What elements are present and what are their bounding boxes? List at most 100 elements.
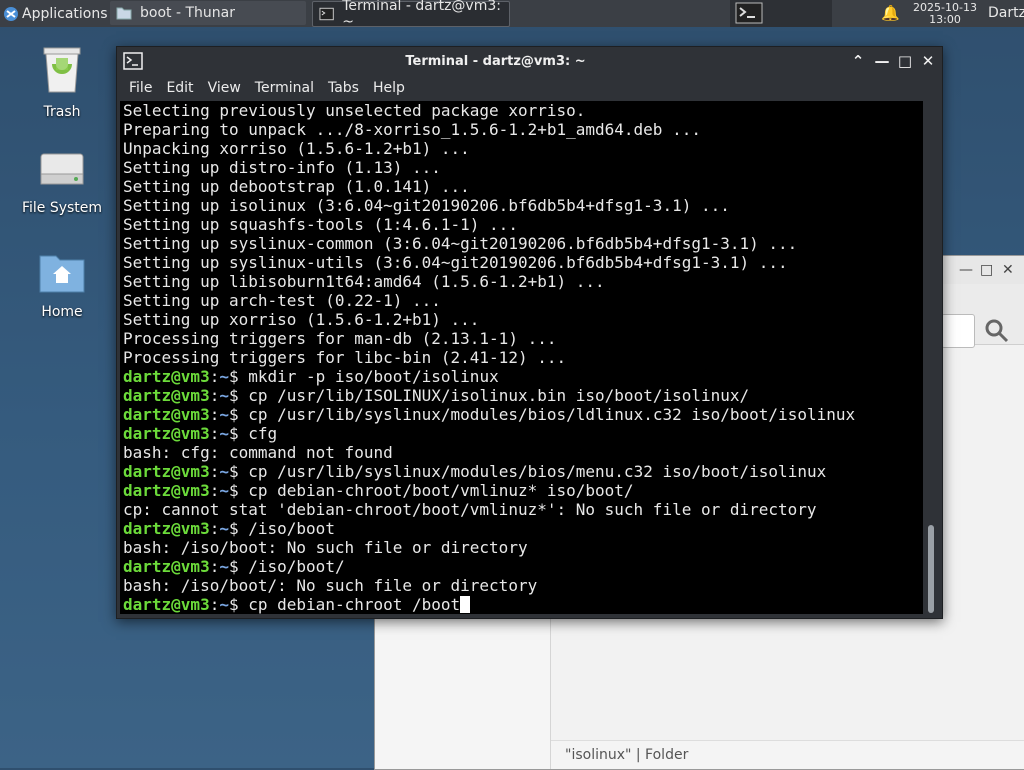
terminal-output-line: Selecting previously unselected package … xyxy=(123,101,586,120)
maximize-button[interactable]: □ xyxy=(895,51,915,71)
terminal-workspace-icon xyxy=(735,2,763,24)
prompt-colon: : xyxy=(209,367,220,386)
terminal-output-line: bash: /iso/boot/: No such file or direct… xyxy=(123,576,538,595)
prompt-path: ~ xyxy=(219,595,229,614)
terminal-output-line: Setting up squashfs-tools (1:4.6.1-1) ..… xyxy=(123,215,518,234)
clock-date: 2025-10-13 xyxy=(913,1,977,14)
shade-button[interactable]: ⌃ xyxy=(848,51,868,71)
terminal-command-line: dartz@vm3:~$ cp /usr/lib/syslinux/module… xyxy=(123,405,855,424)
trash-icon xyxy=(43,47,81,93)
command-text: $ cp debian-chroot/boot/vmlinuz* iso/boo… xyxy=(228,481,634,500)
terminal-output-line: Processing triggers for libc-bin (2.41-1… xyxy=(123,348,567,367)
thunar-statusbar: "isolinux" | Folder xyxy=(551,740,1024,769)
menu-view[interactable]: View xyxy=(208,80,241,96)
close-button[interactable]: ✕ xyxy=(918,51,938,71)
applications-menu-button[interactable]: Applications ⋮ xyxy=(0,0,125,27)
command-text: $ /iso/boot/ xyxy=(228,557,345,576)
terminal-output-line: Setting up arch-test (0.22-1) ... xyxy=(123,291,441,310)
terminal-output-line: Unpacking xorriso (1.5.6-1.2+b1) ... xyxy=(123,139,470,158)
prompt-user: dartz@vm3 xyxy=(123,557,210,576)
folder-icon xyxy=(116,7,132,20)
filesystem-label: File System xyxy=(21,200,103,216)
prompt-path: ~ xyxy=(219,519,229,538)
user-menu[interactable]: Dartz xyxy=(988,5,1024,21)
terminal-command-line: dartz@vm3:~$ mkdir -p iso/boot/isolinux xyxy=(123,367,855,386)
menu-help[interactable]: Help xyxy=(373,80,405,96)
terminal-command-line: dartz@vm3:~$ /iso/boot xyxy=(123,519,855,538)
prompt-path: ~ xyxy=(219,405,229,424)
terminal-command-line: dartz@vm3:~$ cp /usr/lib/ISOLINUX/isolin… xyxy=(123,386,855,405)
taskbar-terminal[interactable]: Terminal - dartz@vm3: ~ xyxy=(312,0,510,30)
prompt-path: ~ xyxy=(219,367,229,386)
prompt-path: ~ xyxy=(219,386,229,405)
menu-terminal[interactable]: Terminal xyxy=(255,80,314,96)
terminal-output-line: Setting up libisoburn1t64:amd64 (1.5.6-1… xyxy=(123,272,605,291)
thunar-close-button[interactable]: ✕ xyxy=(1002,262,1014,278)
scrollbar-thumb[interactable] xyxy=(928,525,934,613)
clock-time: 13:00 xyxy=(929,13,961,26)
terminal-command-line: dartz@vm3:~$ cfg xyxy=(123,424,855,443)
terminal-titlebar[interactable]: Terminal - dartz@vm3: ~ ⌃ — □ ✕ xyxy=(117,47,942,75)
trash-label: Trash xyxy=(43,104,81,120)
command-text: $ cp /usr/lib/ISOLINUX/isolinux.bin iso/… xyxy=(228,386,750,405)
prompt-path: ~ xyxy=(219,462,229,481)
workspace-switcher[interactable] xyxy=(730,0,832,27)
command-text: $ cp /usr/lib/syslinux/modules/bios/ldli… xyxy=(228,405,856,424)
prompt-user: dartz@vm3 xyxy=(123,481,210,500)
prompt-colon: : xyxy=(209,386,220,405)
prompt-path: ~ xyxy=(219,424,229,443)
desktop-icon-home[interactable]: Home xyxy=(12,250,112,320)
terminal-output-line: Setting up xorriso (1.5.6-1.2+b1) ... xyxy=(123,310,480,329)
text-cursor xyxy=(460,596,471,613)
terminal-command-line: dartz@vm3:~$ /iso/boot/ xyxy=(123,557,855,576)
terminal-output-line: Setting up isolinux (3:6.04~git20190206.… xyxy=(123,196,730,215)
menu-file[interactable]: File xyxy=(129,80,152,96)
terminal-command-line: dartz@vm3:~$ cp debian-chroot /boot xyxy=(123,595,855,614)
taskbar-thunar[interactable]: boot - Thunar xyxy=(110,1,306,25)
terminal-output-line: bash: /iso/boot: No such file or directo… xyxy=(123,538,528,557)
terminal-screen[interactable]: Selecting previously unselected package … xyxy=(120,101,923,614)
applications-label: Applications xyxy=(22,5,108,22)
terminal-title: Terminal - dartz@vm3: ~ xyxy=(405,54,586,69)
terminal-menubar: File Edit View Terminal Tabs Help xyxy=(117,75,942,101)
terminal-command-line: dartz@vm3:~$ cp debian-chroot/boot/vmlin… xyxy=(123,481,855,500)
terminal-icon xyxy=(319,7,334,21)
search-icon[interactable] xyxy=(984,318,1010,344)
command-text: $ /iso/boot xyxy=(228,519,335,538)
thunar-location-field[interactable] xyxy=(941,314,975,348)
prompt-user: dartz@vm3 xyxy=(123,519,210,538)
command-text: $ cp /usr/lib/syslinux/modules/bios/menu… xyxy=(228,462,827,481)
prompt-colon: : xyxy=(209,424,220,443)
minimize-button[interactable]: — xyxy=(872,51,892,71)
command-text: $ cfg xyxy=(228,424,278,443)
prompt-user: dartz@vm3 xyxy=(123,405,210,424)
prompt-user: dartz@vm3 xyxy=(123,462,210,481)
prompt-colon: : xyxy=(209,481,220,500)
terminal-scrollbar[interactable] xyxy=(924,101,938,614)
top-panel: Applications ⋮ boot - Thunar Terminal - … xyxy=(0,0,1024,30)
desktop-icon-trash[interactable]: Trash xyxy=(12,44,112,120)
command-text: $ mkdir -p iso/boot/isolinux xyxy=(228,367,499,386)
terminal-output-line: Setting up syslinux-utils (3:6.04~git201… xyxy=(123,253,788,272)
prompt-user: dartz@vm3 xyxy=(123,595,210,614)
terminal-command-line: dartz@vm3:~$ cp /usr/lib/syslinux/module… xyxy=(123,462,855,481)
terminal-output-line: cp: cannot stat 'debian-chroot/boot/vmli… xyxy=(123,500,817,519)
prompt-user: dartz@vm3 xyxy=(123,386,210,405)
terminal-output-line: Setting up distro-info (1.13) ... xyxy=(123,158,441,177)
command-text: $ cp debian-chroot /boot xyxy=(228,595,461,614)
home-folder-icon xyxy=(39,255,85,293)
terminal-output-line: Setting up syslinux-common (3:6.04~git20… xyxy=(123,234,798,253)
desktop-icon-filesystem[interactable]: File System xyxy=(12,150,112,216)
prompt-path: ~ xyxy=(219,481,229,500)
prompt-user: dartz@vm3 xyxy=(123,367,210,386)
menu-tabs[interactable]: Tabs xyxy=(328,80,359,96)
clock[interactable]: 2025-10-13 13:00 xyxy=(907,0,983,29)
terminal-window[interactable]: Terminal - dartz@vm3: ~ ⌃ — □ ✕ File Edi… xyxy=(116,46,943,619)
notification-bell-icon[interactable]: 🔔 xyxy=(881,4,900,22)
prompt-colon: : xyxy=(209,519,220,538)
menu-edit[interactable]: Edit xyxy=(166,80,193,96)
home-label: Home xyxy=(41,304,83,320)
drive-icon xyxy=(40,153,84,185)
thunar-minimize-button[interactable]: — xyxy=(959,262,973,278)
thunar-maximize-button[interactable]: □ xyxy=(980,262,993,278)
